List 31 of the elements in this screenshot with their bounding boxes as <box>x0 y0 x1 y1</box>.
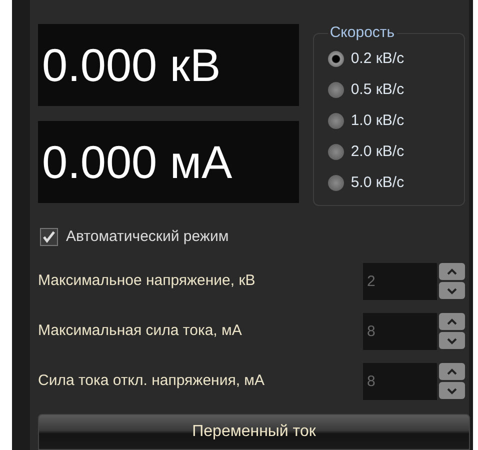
radio-button[interactable] <box>328 175 344 191</box>
down-arrow-button[interactable] <box>439 332 465 349</box>
radio-button[interactable] <box>328 82 344 98</box>
radio-label: 1.0 кВ/с <box>350 110 404 131</box>
up-arrow-button[interactable] <box>439 313 465 330</box>
chevron-up-icon <box>445 316 459 326</box>
up-arrow-button[interactable] <box>439 363 465 380</box>
chevron-down-icon <box>445 286 459 296</box>
radio-label: 5.0 кВ/с <box>350 172 404 193</box>
radio-label: 0.2 кВ/с <box>350 48 404 69</box>
radio-button[interactable] <box>328 113 344 129</box>
chevron-down-icon <box>445 336 459 346</box>
down-arrow-button[interactable] <box>439 282 465 299</box>
radio-button[interactable] <box>328 144 344 160</box>
readout-display: 0.000 кВ <box>38 24 299 106</box>
chevron-up-icon <box>445 366 459 376</box>
radio-label: 2.0 кВ/с <box>350 142 404 162</box>
mode-button[interactable]: Переменный ток <box>38 414 470 450</box>
radio-button[interactable] <box>328 51 344 67</box>
readout-display: 0.000 мА <box>38 121 299 203</box>
checkbox[interactable] <box>40 228 58 246</box>
radio-label: 0.5 кВ/с <box>350 80 404 100</box>
chevron-up-icon <box>445 266 459 276</box>
setting-label: Максимальная сила тока, мА <box>38 320 243 341</box>
group-title: Скорость <box>328 23 396 43</box>
setting-label: Максимальное напряжение, кВ <box>38 270 256 291</box>
down-arrow-button[interactable] <box>439 382 465 399</box>
up-arrow-button[interactable] <box>439 263 465 280</box>
setting-label: Сила тока откл. напряжения, мА <box>38 370 266 391</box>
chevron-down-icon <box>445 386 459 396</box>
checkbox-label: Автоматический режим <box>66 227 229 247</box>
